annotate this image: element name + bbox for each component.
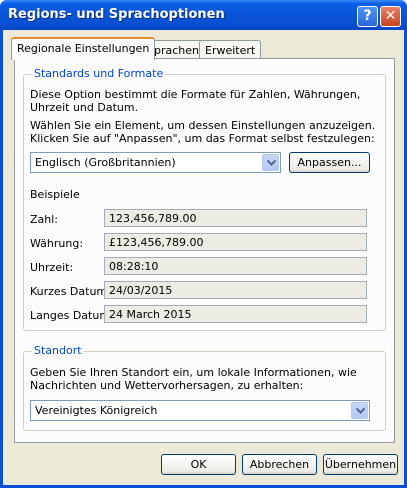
- example-label-short-date: Kurzes Datum:: [30, 285, 111, 298]
- examples-title: Beispiele: [30, 188, 80, 201]
- location-description: Geben Sie Ihren Standort ein, um lokale …: [30, 366, 357, 392]
- window-title: Regions- und Sprachoptionen: [8, 7, 225, 22]
- format-select[interactable]: Englisch (Großbritannien): [30, 152, 281, 173]
- help-icon: ?: [363, 8, 372, 24]
- standards-group: Standards und Formate Diese Option besti…: [23, 67, 386, 331]
- tab-label: Regionale Einstellungen: [17, 42, 150, 55]
- dialog-client-area: Regionale Einstellungen Sprachen Erweite…: [3, 30, 404, 485]
- apply-button[interactable]: Übernehmen: [323, 454, 398, 475]
- format-select-dropdown-button[interactable]: [262, 154, 279, 171]
- ok-button[interactable]: OK: [161, 454, 236, 475]
- location-select-value: Vereinigtes Königreich: [35, 404, 158, 417]
- format-select-value: Englisch (Großbritannien): [35, 156, 176, 169]
- example-value-number: 123,456,789.00: [104, 209, 367, 227]
- example-value-short-date: 24/03/2015: [104, 281, 367, 299]
- location-select[interactable]: Vereinigtes Königreich: [30, 400, 370, 421]
- chevron-down-icon: [267, 160, 276, 166]
- cancel-button[interactable]: Abbrechen: [242, 454, 317, 475]
- location-select-dropdown-button[interactable]: [351, 402, 368, 419]
- close-icon: ✕: [384, 8, 397, 24]
- dialog-window: Regions- und Sprachoptionen ? ✕ Regional…: [0, 0, 407, 488]
- location-group-legend: Standort: [32, 344, 84, 357]
- example-label-currency: Währung:: [30, 237, 84, 250]
- help-button[interactable]: ?: [357, 6, 378, 27]
- tab-advanced[interactable]: Erweitert: [199, 40, 262, 60]
- tab-regional-settings[interactable]: Regionale Einstellungen: [11, 37, 156, 60]
- standards-group-legend: Standards und Formate: [32, 67, 166, 80]
- example-value-currency: £123,456,789.00: [104, 233, 367, 251]
- example-label-number: Zahl:: [30, 213, 59, 226]
- tab-panel: Standards und Formate Diese Option besti…: [14, 58, 395, 443]
- standards-instruction: Wählen Sie ein Element, um dessen Einste…: [30, 119, 376, 145]
- close-button[interactable]: ✕: [380, 6, 401, 27]
- standards-description: Diese Option bestimmt die Formate für Za…: [30, 88, 361, 114]
- example-label-long-date: Langes Datum:: [30, 309, 114, 322]
- chevron-down-icon: [356, 408, 365, 414]
- example-label-time: Uhrzeit:: [30, 261, 74, 274]
- location-group: Standort Geben Sie Ihren Standort ein, u…: [23, 344, 386, 431]
- example-value-long-date: 24 March 2015: [104, 305, 367, 323]
- title-bar[interactable]: Regions- und Sprachoptionen ? ✕: [0, 0, 407, 30]
- example-value-time: 08:28:10: [104, 257, 367, 275]
- tab-label: Erweitert: [205, 44, 256, 57]
- customize-button[interactable]: Anpassen...: [289, 152, 370, 173]
